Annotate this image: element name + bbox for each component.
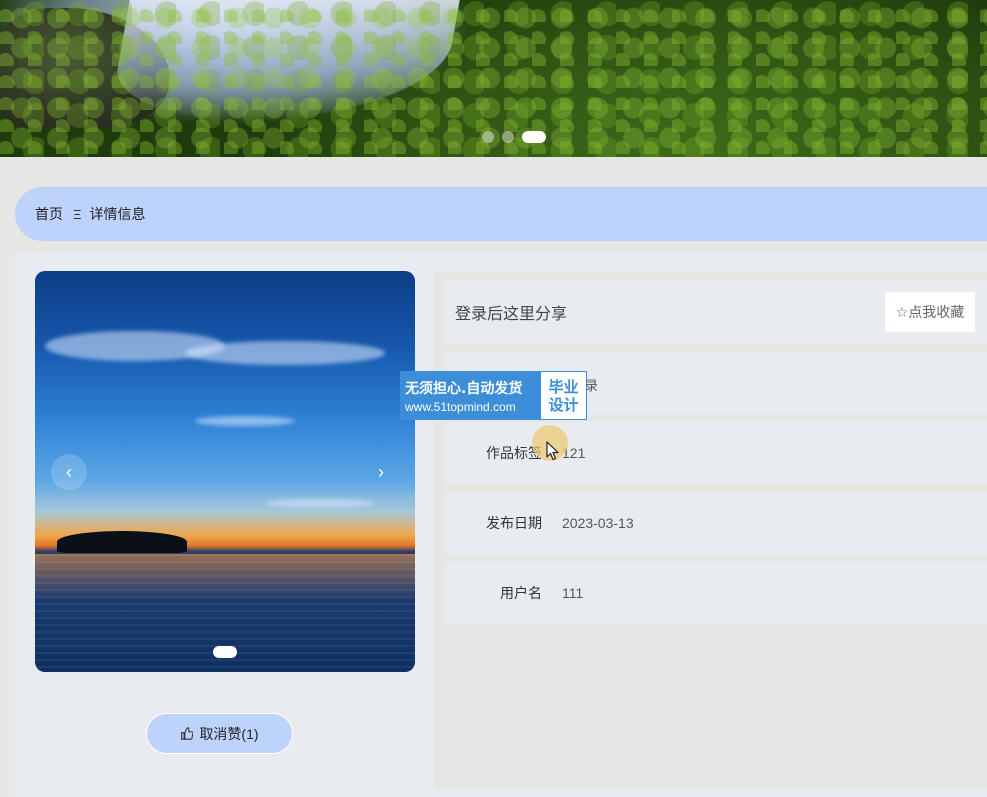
- hero-dot-2[interactable]: [502, 131, 514, 143]
- field-label: 发布日期: [486, 515, 542, 531]
- obscured-row-text: 录: [585, 378, 599, 393]
- collect-button[interactable]: ☆点我收藏: [885, 292, 975, 332]
- hero-dot-1[interactable]: [482, 131, 494, 143]
- watermark-tag: 毕业 设计: [541, 372, 586, 419]
- sky-cloud: [195, 416, 295, 426]
- watermark-tag-line-1: 毕业: [548, 377, 579, 396]
- unlike-button-label: 取消赞(1): [199, 725, 259, 742]
- watermark-line-1: 无须担心.自动发货: [405, 380, 523, 397]
- sky-cloud: [265, 499, 375, 507]
- carousel-prev-button[interactable]: ‹: [51, 454, 87, 490]
- carousel-dot-1[interactable]: [213, 646, 237, 658]
- unlike-button[interactable]: 取消赞(1): [146, 713, 293, 754]
- hero-banner: [0, 0, 987, 157]
- field-value: 111: [562, 585, 584, 601]
- watermark-text: 无须担心.自动发货 www.51topmind.com: [401, 372, 541, 419]
- sky-cloud: [185, 341, 385, 365]
- detail-row-date: 发布日期 2023-03-13: [445, 492, 987, 554]
- island-silhouette: [57, 531, 187, 553]
- detail-row-username: 用户名 111: [445, 562, 987, 624]
- watermark-tag-line-2: 设计: [548, 395, 579, 414]
- breadcrumb: 首页 Ξ 详情信息: [15, 187, 987, 241]
- field-label: 用户名: [500, 585, 542, 601]
- watermark-line-2: www.51topmind.com: [405, 399, 516, 414]
- breadcrumb-home[interactable]: 首页: [35, 204, 63, 224]
- thumbs-up-icon: [181, 727, 194, 740]
- breadcrumb-current: 详情信息: [89, 206, 146, 222]
- mouse-pointer-icon: [546, 441, 559, 461]
- share-text: 登录后这里分享: [455, 306, 568, 323]
- field-value: 2023-03-13: [562, 515, 634, 531]
- share-row: 登录后这里分享 ☆点我收藏: [445, 281, 987, 343]
- detail-row-tag: 作品标签 121: [445, 422, 987, 484]
- carousel-next-button[interactable]: ›: [363, 454, 399, 490]
- hero-carousel-dots: [482, 131, 546, 143]
- watermark-badge: 无须担心.自动发货 www.51topmind.com 毕业 设计: [400, 371, 587, 420]
- hero-dot-3[interactable]: [522, 131, 546, 143]
- breadcrumb-separator: Ξ: [73, 206, 82, 222]
- image-carousel: ‹ ›: [35, 271, 415, 672]
- field-label: 作品标签: [486, 445, 542, 461]
